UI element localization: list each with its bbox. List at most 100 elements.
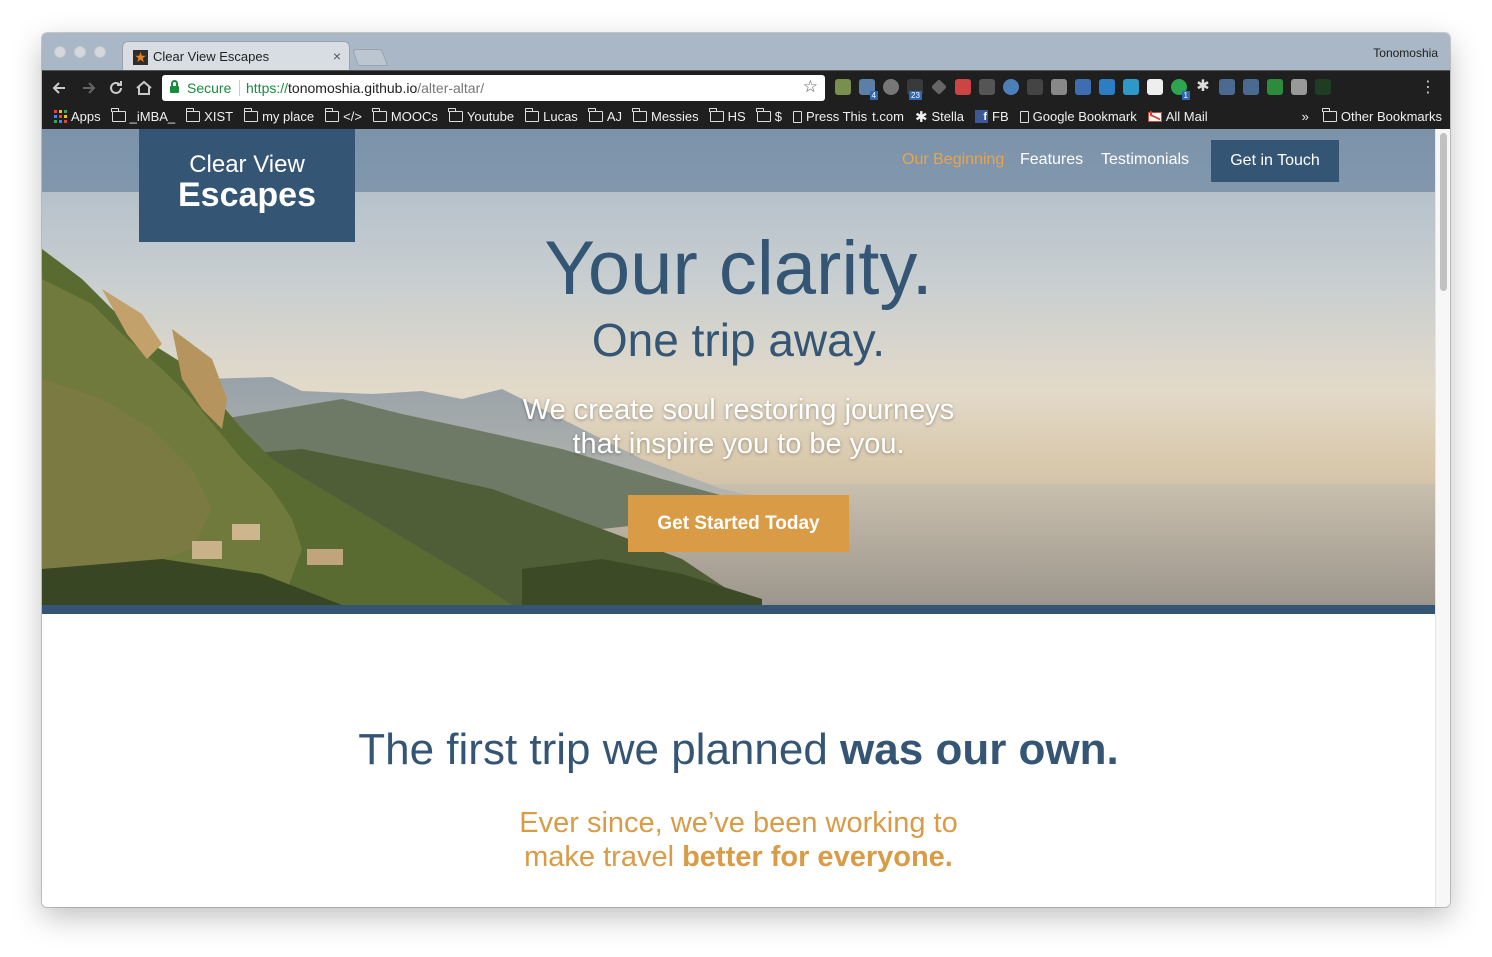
nav-features[interactable]: Features <box>1020 151 1083 169</box>
extension-trello-icon[interactable] <box>1099 79 1115 95</box>
browser-menu-icon[interactable]: ⋮ <box>1420 77 1436 99</box>
extension-grey-icon[interactable] <box>979 79 995 95</box>
extension-evernote-icon[interactable] <box>883 79 899 95</box>
extension-pen-icon[interactable] <box>1123 79 1139 95</box>
extension-book-icon[interactable] <box>1027 79 1043 95</box>
extension-note-icon[interactable] <box>1051 79 1067 95</box>
bookmark-folder-youtube[interactable]: Youtube <box>448 108 515 124</box>
section-subtitle-light: make travel <box>524 841 683 873</box>
bookmark-stella[interactable]: ✱ Stella <box>915 108 964 126</box>
page-icon <box>1019 110 1029 123</box>
bookmark-label: FB <box>992 109 1009 124</box>
extension-chevron-icon[interactable] <box>1243 79 1259 95</box>
close-window-button[interactable] <box>54 46 66 58</box>
page-scrollbar[interactable] <box>1435 129 1450 907</box>
bookmark-other-bookmarks[interactable]: Other Bookmarks <box>1322 108 1442 124</box>
url-path: /alter-altar/ <box>417 80 485 96</box>
folder-icon <box>111 108 126 122</box>
bookmark-folder-code[interactable]: </> <box>324 108 362 124</box>
tab-title: Clear View Escapes <box>153 49 270 64</box>
bookmark-folder-moocs[interactable]: MOOCs <box>372 108 438 124</box>
bookmark-label: HS <box>727 109 746 124</box>
extension-landscape-icon[interactable] <box>835 79 851 95</box>
hero-bottom-bar <box>42 605 1435 614</box>
home-icon[interactable] <box>134 78 154 98</box>
bookmark-fb[interactable]: f FB <box>975 109 1009 124</box>
bookmark-folder-xist[interactable]: XIST <box>185 108 233 124</box>
section-subtitle-line-2: make travel better for everyone. <box>42 841 1435 874</box>
bookmark-all-mail[interactable]: All Mail <box>1147 109 1208 124</box>
apps-grid-icon <box>54 110 67 123</box>
new-tab-button[interactable] <box>351 49 389 66</box>
extension-tabs-icon[interactable]: 4 <box>859 79 878 100</box>
url-text[interactable]: https://tonomoshia.github.io/alter-altar… <box>246 80 484 96</box>
page-viewport: Clear View Escapes Our Beginning Feature… <box>42 129 1435 907</box>
bookmark-press-this[interactable]: Press This <box>792 109 868 124</box>
extension-s-icon[interactable] <box>1147 79 1163 95</box>
bookmark-label: Stella <box>931 109 965 124</box>
page-icon <box>792 110 802 123</box>
bookmark-label: Other Bookmarks <box>1340 109 1442 124</box>
bookmark-folder-aj[interactable]: AJ <box>588 108 622 124</box>
lock-icon <box>170 80 179 93</box>
extension-asterisk-icon[interactable]: ✱ <box>1195 79 1211 95</box>
extension-iq-icon[interactable] <box>1075 79 1091 95</box>
profile-name[interactable]: Tonomoshia <box>1373 46 1438 60</box>
folder-icon <box>632 108 647 122</box>
extension-icons: 4 23 1 ✱ <box>835 79 1331 100</box>
extension-doc-icon[interactable] <box>1291 79 1307 95</box>
bookmark-folder-my-place[interactable]: my place <box>243 108 314 124</box>
url-host: tonomoshia.github.io <box>288 80 418 96</box>
nav-our-beginning[interactable]: Our Beginning <box>902 151 1004 169</box>
bookmark-t-com[interactable]: t.com <box>872 109 904 124</box>
facebook-icon: f <box>975 110 989 123</box>
get-started-button[interactable]: Get Started Today <box>628 495 849 552</box>
address-divider <box>239 80 240 96</box>
folder-icon <box>448 108 463 122</box>
bookmark-folder-imba[interactable]: _iMBA_ <box>111 108 175 124</box>
address-bar[interactable]: Secure https://tonomoshia.github.io/alte… <box>162 75 825 101</box>
bookmark-apps[interactable]: Apps <box>54 109 101 124</box>
folder-icon <box>372 108 387 122</box>
section-title: The first trip we planned was our own. <box>42 725 1435 775</box>
bookmarks-bar: Apps _iMBA_ XIST my place </> MOOCs Yout… <box>42 104 1450 129</box>
hero-subheadline: One trip away. <box>591 314 886 366</box>
extension-shield-icon[interactable] <box>1003 79 1019 95</box>
extension-green-icon[interactable] <box>1267 79 1283 95</box>
folder-icon <box>524 108 540 122</box>
bookmark-folder-messies[interactable]: Messies <box>632 108 699 124</box>
bookmarks-overflow-icon[interactable]: » <box>1302 109 1309 124</box>
get-in-touch-button[interactable]: Get in Touch <box>1211 140 1339 182</box>
extension-cross-icon[interactable] <box>955 79 971 95</box>
tab-strip: ★ Clear View Escapes × Tonomoshia <box>42 33 1450 70</box>
extension-chat-icon[interactable]: 1 <box>1171 79 1190 100</box>
bookmark-label: Lucas <box>543 109 578 124</box>
hero-tagline-line-1: We create soul restoring journeys <box>522 394 955 426</box>
extension-diamond-icon[interactable] <box>931 79 947 95</box>
asterisk-icon: ✱ <box>914 108 928 126</box>
hero-section: Clear View Escapes Our Beginning Feature… <box>42 129 1435 605</box>
forward-arrow-icon[interactable] <box>78 78 98 98</box>
minimize-window-button[interactable] <box>74 46 86 58</box>
reload-icon[interactable] <box>106 78 126 98</box>
tab-close-icon[interactable]: × <box>333 48 341 64</box>
back-arrow-icon[interactable] <box>50 78 70 98</box>
maximize-window-button[interactable] <box>94 46 106 58</box>
extension-calendar-icon[interactable]: 23 <box>907 79 923 100</box>
bookmark-label: Messies <box>650 109 699 124</box>
bookmark-star-icon[interactable]: ☆ <box>803 77 818 97</box>
bookmark-folder-hs[interactable]: HS <box>709 108 746 124</box>
bookmark-label: Youtube <box>466 109 515 124</box>
folder-icon <box>756 108 771 122</box>
bookmark-folder-dollar[interactable]: $ <box>756 108 782 124</box>
bookmark-google-bookmark[interactable]: Google Bookmark <box>1019 109 1137 124</box>
nav-testimonials[interactable]: Testimonials <box>1101 151 1189 169</box>
cast-icon[interactable] <box>1219 79 1235 95</box>
bookmark-label: Press This <box>805 109 868 124</box>
scrollbar-thumb[interactable] <box>1440 133 1447 291</box>
bookmark-folder-lucas[interactable]: Lucas <box>524 108 578 124</box>
folder-icon <box>1322 108 1337 122</box>
tab-clear-view-escapes[interactable]: ★ Clear View Escapes × <box>122 41 350 70</box>
extension-dark-green-icon[interactable] <box>1315 79 1331 95</box>
bookmark-label: Apps <box>71 109 101 124</box>
